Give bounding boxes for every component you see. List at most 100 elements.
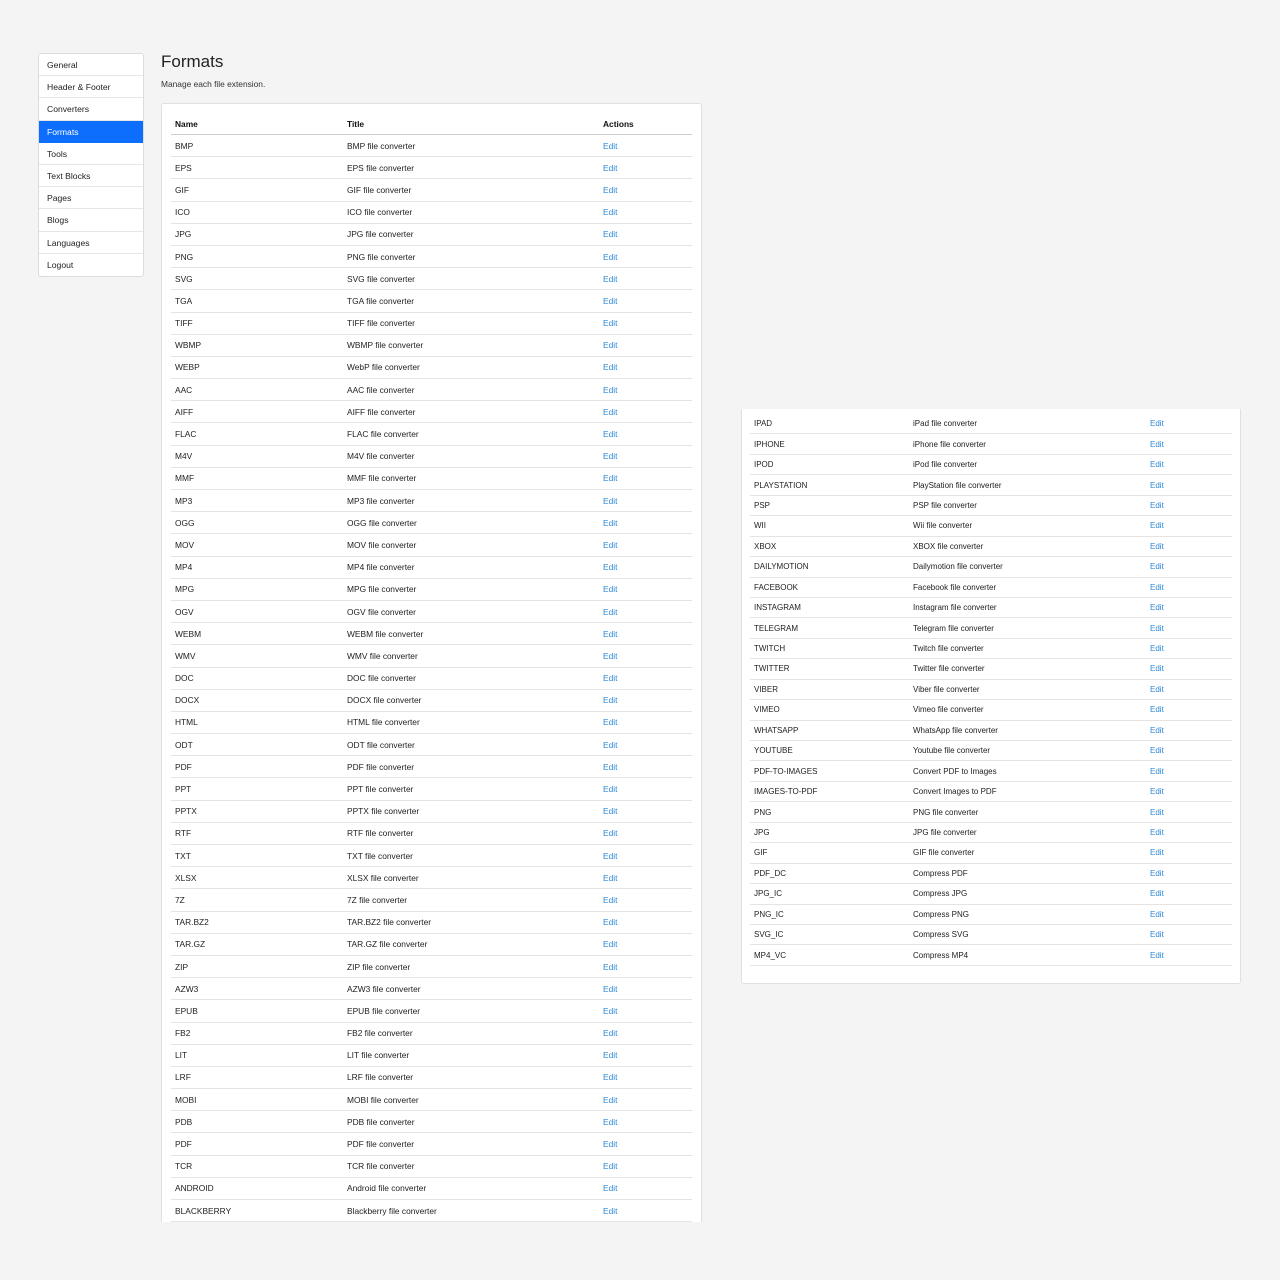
edit-link[interactable]: Edit (1150, 951, 1164, 960)
edit-link[interactable]: Edit (1150, 848, 1164, 857)
format-title: Dailymotion file converter (909, 556, 1146, 578)
edit-link[interactable]: Edit (603, 1028, 617, 1038)
edit-link[interactable]: Edit (1150, 889, 1164, 898)
edit-link[interactable]: Edit (603, 1117, 617, 1127)
edit-link[interactable]: Edit (1150, 808, 1164, 817)
edit-link[interactable]: Edit (603, 540, 617, 550)
edit-link[interactable]: Edit (603, 473, 617, 483)
edit-link[interactable]: Edit (603, 695, 617, 705)
format-name: HTML (171, 711, 343, 735)
edit-link[interactable]: Edit (1150, 521, 1164, 530)
edit-link[interactable]: Edit (603, 784, 617, 794)
edit-link[interactable]: Edit (603, 252, 617, 262)
edit-link[interactable]: Edit (603, 385, 617, 395)
edit-link[interactable]: Edit (1150, 910, 1164, 919)
table-row: AAC AAC file converter Edit (171, 378, 692, 402)
edit-link[interactable]: Edit (603, 673, 617, 683)
edit-link[interactable]: Edit (603, 828, 617, 838)
edit-link[interactable]: Edit (603, 229, 617, 239)
format-title: Android file converter (343, 1177, 599, 1201)
edit-link[interactable]: Edit (603, 873, 617, 883)
edit-link[interactable]: Edit (603, 296, 617, 306)
edit-link[interactable]: Edit (603, 895, 617, 905)
edit-link[interactable]: Edit (603, 851, 617, 861)
edit-link[interactable]: Edit (603, 1139, 617, 1149)
edit-link[interactable]: Edit (603, 1050, 617, 1060)
edit-link[interactable]: Edit (1150, 440, 1164, 449)
edit-link[interactable]: Edit (1150, 705, 1164, 714)
edit-link[interactable]: Edit (1150, 419, 1164, 428)
edit-link[interactable]: Edit (1150, 828, 1164, 837)
edit-link[interactable]: Edit (603, 340, 617, 350)
edit-link[interactable]: Edit (603, 562, 617, 572)
edit-link[interactable]: Edit (603, 1161, 617, 1171)
table-row: PPT PPT file converter Edit (171, 777, 692, 801)
sidebar-item-blogs[interactable]: Blogs (39, 209, 143, 232)
table-row: JPG_IC Compress JPG Edit (750, 883, 1232, 905)
edit-link[interactable]: Edit (603, 917, 617, 927)
sidebar-item-pages[interactable]: Pages (39, 187, 143, 210)
table-row: PDF-TO-IMAGES Convert PDF to Images Edit (750, 760, 1232, 782)
edit-link[interactable]: Edit (603, 429, 617, 439)
edit-link[interactable]: Edit (1150, 501, 1164, 510)
sidebar-item-tools[interactable]: Tools (39, 143, 143, 165)
edit-link[interactable]: Edit (603, 518, 617, 528)
sidebar-item-languages[interactable]: Languages (39, 232, 143, 254)
sidebar-item-logout[interactable]: Logout (39, 254, 143, 276)
sidebar-item-converters[interactable]: Converters (39, 98, 143, 121)
sidebar-item-general[interactable]: General (39, 54, 143, 77)
edit-link[interactable]: Edit (1150, 930, 1164, 939)
format-name: OGV (171, 600, 343, 624)
edit-link[interactable]: Edit (603, 629, 617, 639)
format-name: ZIP (171, 955, 343, 979)
edit-link[interactable]: Edit (1150, 624, 1164, 633)
sidebar-item-text-blocks[interactable]: Text Blocks (39, 165, 143, 188)
table-row: SVG_IC Compress SVG Edit (750, 924, 1232, 946)
edit-link[interactable]: Edit (1150, 583, 1164, 592)
edit-link[interactable]: Edit (603, 762, 617, 772)
edit-link[interactable]: Edit (1150, 787, 1164, 796)
edit-link[interactable]: Edit (1150, 767, 1164, 776)
edit-link[interactable]: Edit (1150, 685, 1164, 694)
edit-link[interactable]: Edit (1150, 644, 1164, 653)
edit-link[interactable]: Edit (603, 984, 617, 994)
edit-link[interactable]: Edit (1150, 664, 1164, 673)
edit-link[interactable]: Edit (603, 584, 617, 594)
edit-link[interactable]: Edit (603, 607, 617, 617)
edit-link[interactable]: Edit (1150, 481, 1164, 490)
edit-link[interactable]: Edit (603, 806, 617, 816)
edit-link[interactable]: Edit (603, 939, 617, 949)
format-title: PDF file converter (343, 755, 599, 779)
edit-link[interactable]: Edit (603, 318, 617, 328)
edit-link[interactable]: Edit (603, 141, 617, 151)
edit-link[interactable]: Edit (603, 962, 617, 972)
edit-link[interactable]: Edit (603, 1006, 617, 1016)
format-name: DAILYMOTION (750, 556, 909, 578)
edit-link[interactable]: Edit (603, 163, 617, 173)
edit-link[interactable]: Edit (1150, 726, 1164, 735)
edit-link[interactable]: Edit (603, 1206, 617, 1216)
edit-link[interactable]: Edit (603, 451, 617, 461)
edit-link[interactable]: Edit (603, 207, 617, 217)
format-actions: Edit (599, 1088, 692, 1112)
edit-link[interactable]: Edit (603, 717, 617, 727)
edit-link[interactable]: Edit (603, 362, 617, 372)
edit-link[interactable]: Edit (603, 651, 617, 661)
sidebar-item-header-footer[interactable]: Header & Footer (39, 76, 143, 99)
edit-link[interactable]: Edit (603, 407, 617, 417)
edit-link[interactable]: Edit (1150, 746, 1164, 755)
edit-link[interactable]: Edit (1150, 460, 1164, 469)
edit-link[interactable]: Edit (603, 1095, 617, 1105)
edit-link[interactable]: Edit (603, 274, 617, 284)
table-row: WMV WMV file converter Edit (171, 644, 692, 668)
edit-link[interactable]: Edit (1150, 562, 1164, 571)
edit-link[interactable]: Edit (603, 1072, 617, 1082)
edit-link[interactable]: Edit (1150, 542, 1164, 551)
edit-link[interactable]: Edit (603, 1183, 617, 1193)
edit-link[interactable]: Edit (603, 496, 617, 506)
edit-link[interactable]: Edit (603, 740, 617, 750)
sidebar-item-formats[interactable]: Formats (39, 120, 143, 143)
edit-link[interactable]: Edit (1150, 869, 1164, 878)
edit-link[interactable]: Edit (603, 185, 617, 195)
edit-link[interactable]: Edit (1150, 603, 1164, 612)
